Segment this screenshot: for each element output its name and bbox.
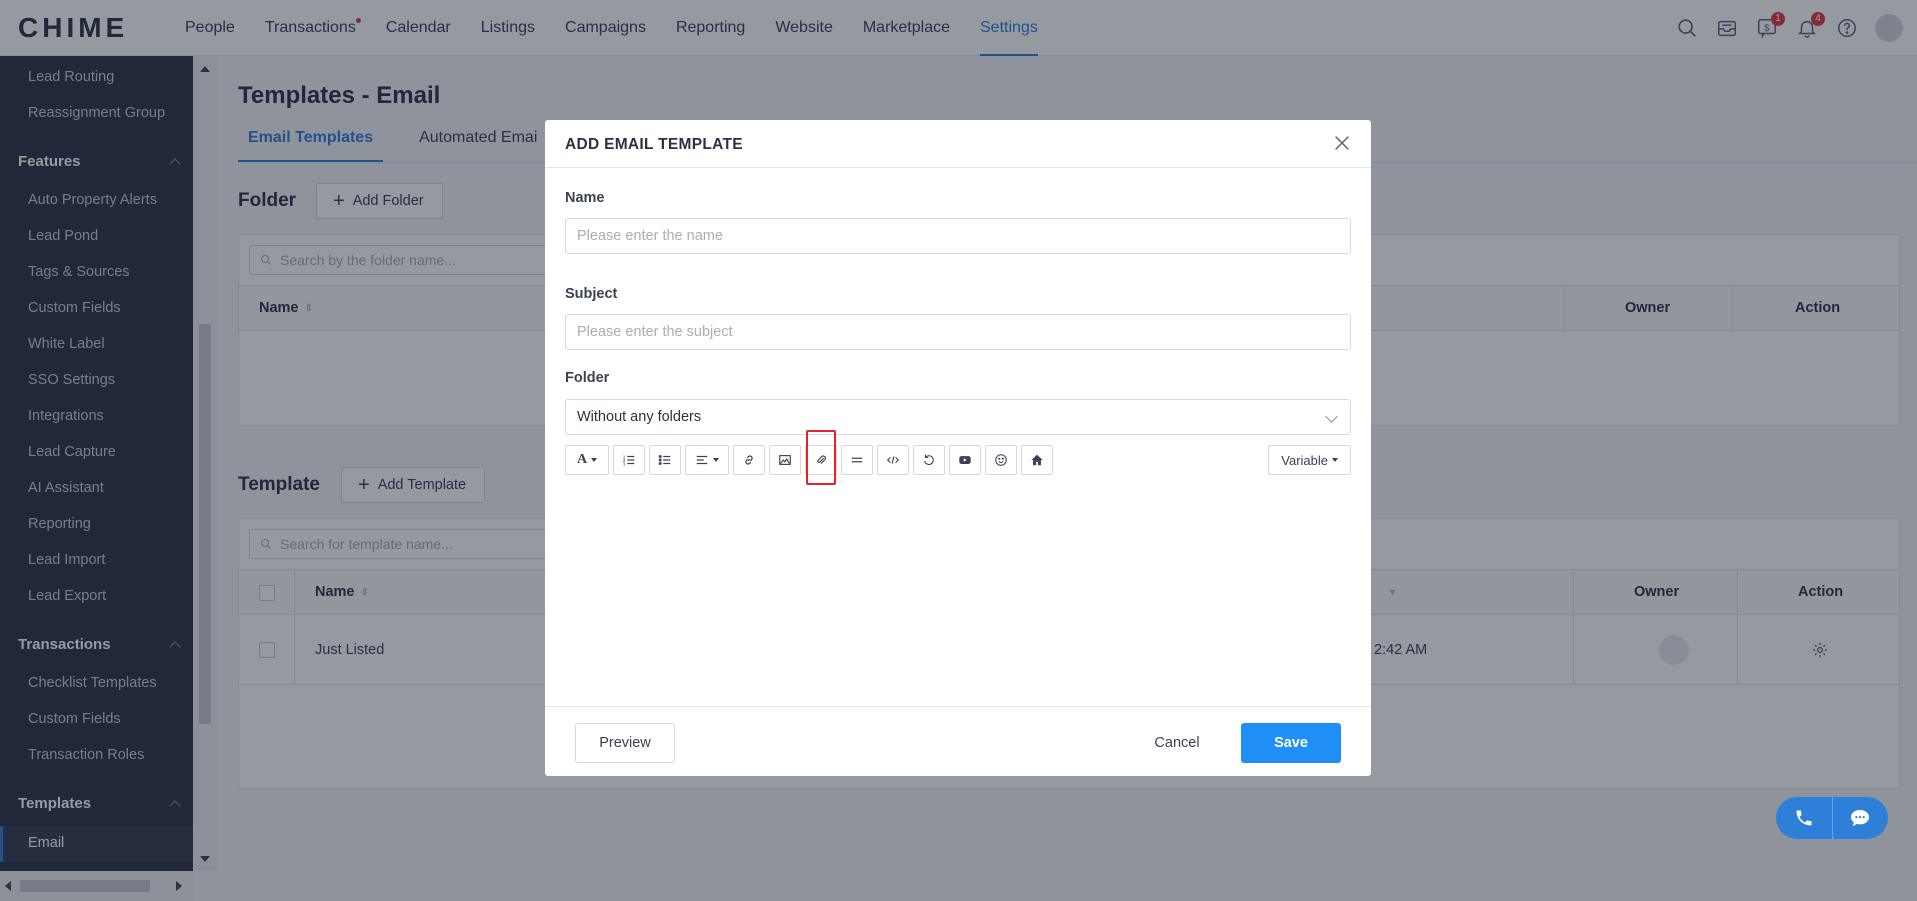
variable-label: Variable [1281, 452, 1328, 468]
phone-icon[interactable] [1776, 797, 1832, 839]
youtube-icon [959, 456, 971, 464]
cancel-button[interactable]: Cancel [1137, 723, 1217, 763]
save-button[interactable]: Save [1241, 723, 1341, 763]
align-button[interactable] [685, 445, 729, 475]
chat-icon[interactable] [1832, 797, 1888, 839]
modal-title: ADD EMAIL TEMPLATE [565, 136, 743, 153]
home-icon [1031, 454, 1043, 466]
emoji-icon [995, 454, 1007, 466]
folder-select-value: Without any folders [577, 409, 702, 425]
link-button[interactable] [733, 445, 765, 475]
caret-down-icon [1332, 458, 1338, 462]
folder-label: Folder [565, 370, 610, 386]
horizontal-rule-button[interactable] [841, 445, 873, 475]
ordered-list-button[interactable]: 123 [613, 445, 645, 475]
variable-dropdown[interactable]: Variable [1268, 445, 1351, 475]
undo-button[interactable] [913, 445, 945, 475]
emoji-button[interactable] [985, 445, 1017, 475]
preview-button[interactable]: Preview [575, 723, 675, 763]
name-label: Name [565, 190, 605, 206]
modal-footer: Preview Cancel Save [545, 706, 1371, 776]
subject-label: Subject [565, 286, 618, 302]
undo-icon [924, 454, 934, 465]
name-input[interactable] [565, 218, 1351, 254]
email-body-editor[interactable] [565, 482, 1351, 702]
attachment-highlight-box [806, 430, 836, 485]
font-icon: A [576, 452, 588, 467]
align-left-icon [696, 455, 708, 465]
code-view-button[interactable] [877, 445, 909, 475]
subject-input[interactable] [565, 314, 1351, 350]
home-button[interactable] [1021, 445, 1053, 475]
code-icon [886, 456, 900, 464]
ordered-list-icon: 123 [623, 454, 635, 466]
video-button[interactable] [949, 445, 981, 475]
image-icon [779, 455, 791, 465]
modal-header: ADD EMAIL TEMPLATE [545, 120, 1371, 168]
svg-text:3: 3 [623, 461, 626, 466]
chevron-down-icon [1325, 410, 1338, 423]
contact-widget [1776, 797, 1888, 839]
folder-select[interactable]: Without any folders [565, 399, 1351, 435]
font-style-button[interactable]: A [565, 445, 609, 475]
horizontal-rule-icon [851, 457, 863, 463]
bullet-list-icon [658, 455, 671, 465]
caret-down-icon [591, 458, 598, 462]
image-button[interactable] [769, 445, 801, 475]
close-icon[interactable] [1331, 132, 1353, 154]
caret-down-icon [713, 458, 719, 462]
link-icon [745, 455, 753, 465]
bullet-list-button[interactable] [649, 445, 681, 475]
add-email-template-modal: ADD EMAIL TEMPLATE Name Subject Folder W… [545, 120, 1371, 776]
